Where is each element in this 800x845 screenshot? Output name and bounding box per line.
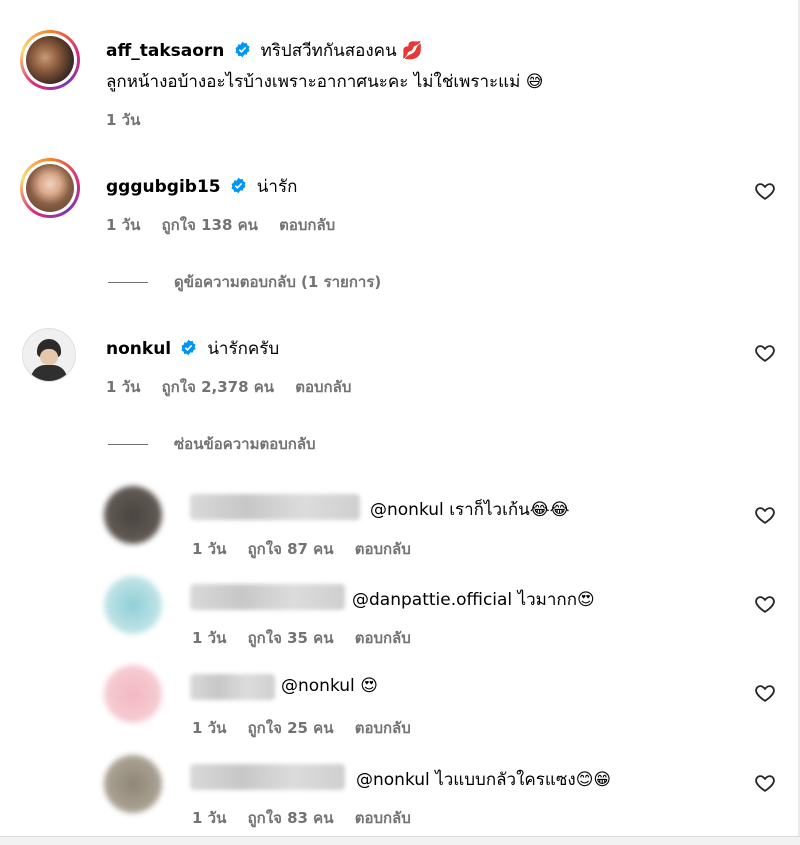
toggle-label[interactable]: ซ่อนข้อความตอบกลับ <box>174 435 316 453</box>
avatar-ring[interactable] <box>20 158 80 218</box>
emoji: 😍 <box>577 590 595 610</box>
likes-count[interactable]: ถูกใจ 83 คน <box>248 809 334 827</box>
avatar[interactable] <box>26 164 74 212</box>
reply-item: @nonkul เราก็ไวเก้น😂😂 <box>370 496 570 523</box>
reply-button[interactable]: ตอบกลับ <box>279 216 335 234</box>
reply-item: @nonkul 😍 <box>281 676 378 696</box>
emoji: 😅 <box>525 72 544 92</box>
timestamp: 1 วัน <box>192 809 227 827</box>
mention-link[interactable]: @nonkul <box>356 770 430 790</box>
reply-meta: 1 วัน ถูกใจ 87 คน ตอบกลับ <box>192 537 427 561</box>
comment-text: น่ารักครับ <box>207 339 280 359</box>
mention-link[interactable]: @nonkul <box>281 676 355 696</box>
reply-meta: 1 วัน ถูกใจ 35 คน ตอบกลับ <box>192 626 427 650</box>
comment-meta: 1 วัน ถูกใจ 138 คน ตอบกลับ <box>106 213 351 237</box>
timestamp: 1 วัน <box>106 378 141 396</box>
avatar[interactable] <box>104 486 162 544</box>
toggle-label[interactable]: ดูข้อความตอบกลับ (1 รายการ) <box>174 273 381 291</box>
reply-item: @nonkul ไวแบบกลัวใครแซง😊😁 <box>356 766 611 793</box>
comment-item: gggubgib15 น่ารัก <box>106 173 297 200</box>
likes-count[interactable]: ถูกใจ 138 คน <box>162 216 258 234</box>
mention-link[interactable]: @danpattie.official <box>352 590 512 610</box>
avatar-ring[interactable] <box>20 30 80 90</box>
verified-badge-icon <box>231 177 246 194</box>
reply-text: เราก็ไวเก้น <box>449 500 530 520</box>
reply-text: ไวมากก <box>517 590 577 610</box>
comment-text-line2: ลูกหน้างอบ้างอะไรบ้างเพราะอากาศนะคะ ไม่ใ… <box>106 68 543 95</box>
username-blurred[interactable] <box>190 764 345 790</box>
emoji: 😊😁 <box>575 770 612 790</box>
reply-item: @danpattie.official ไวมากก😍 <box>352 586 595 613</box>
timestamp: 1 วัน <box>106 216 141 234</box>
heart-outline-icon[interactable] <box>754 180 776 202</box>
likes-count[interactable]: ถูกใจ 25 คน <box>248 719 334 737</box>
comment-meta: 1 วัน <box>106 108 156 132</box>
avatar[interactable] <box>104 665 162 723</box>
comment-text: ลูกหน้างอบ้างอะไรบ้างเพราะอากาศนะคะ ไม่ใ… <box>106 72 521 92</box>
avatar[interactable] <box>22 328 76 382</box>
timestamp: 1 วัน <box>192 540 227 558</box>
avatar[interactable] <box>104 755 162 813</box>
divider <box>108 444 148 445</box>
divider <box>108 282 148 283</box>
likes-count[interactable]: ถูกใจ 87 คน <box>248 540 334 558</box>
timestamp: 1 วัน <box>106 111 141 129</box>
reply-button[interactable]: ตอบกลับ <box>355 540 411 558</box>
reply-button[interactable]: ตอบกลับ <box>295 378 351 396</box>
avatar[interactable] <box>104 576 162 634</box>
heart-outline-icon[interactable] <box>754 504 776 526</box>
username-blurred[interactable] <box>190 494 360 520</box>
username-blurred[interactable] <box>190 674 275 700</box>
heart-outline-icon[interactable] <box>754 682 776 704</box>
username[interactable]: gggubgib15 <box>106 177 221 197</box>
timestamp: 1 วัน <box>192 719 227 737</box>
comment-item: nonkul น่ารักครับ <box>106 335 279 362</box>
hide-replies-toggle[interactable]: ซ่อนข้อความตอบกลับ <box>108 432 316 456</box>
verified-badge-icon <box>181 339 196 356</box>
likes-count[interactable]: ถูกใจ 35 คน <box>248 629 334 647</box>
comment-text: ทริปสวีทกันสองคน <box>260 41 397 61</box>
view-replies-toggle[interactable]: ดูข้อความตอบกลับ (1 รายการ) <box>108 270 381 294</box>
reply-meta: 1 วัน ถูกใจ 83 คน ตอบกลับ <box>192 806 427 830</box>
reply-button[interactable]: ตอบกลับ <box>355 809 411 827</box>
reply-text: ไวแบบกลัวใครแซง <box>435 770 576 790</box>
heart-outline-icon[interactable] <box>754 772 776 794</box>
comment-meta: 1 วัน ถูกใจ 2,378 คน ตอบกลับ <box>106 375 367 399</box>
timestamp: 1 วัน <box>192 629 227 647</box>
emoji: 😍 <box>360 676 378 696</box>
verified-badge-icon <box>234 41 250 58</box>
bottom-edge <box>0 836 800 845</box>
reply-meta: 1 วัน ถูกใจ 25 คน ตอบกลับ <box>192 716 427 740</box>
username[interactable]: aff_taksaorn <box>106 41 224 61</box>
mention-link[interactable]: @nonkul <box>370 500 444 520</box>
likes-count[interactable]: ถูกใจ 2,378 คน <box>162 378 274 396</box>
heart-outline-icon[interactable] <box>754 342 776 364</box>
emoji: 😂😂 <box>529 500 570 520</box>
heart-outline-icon[interactable] <box>754 593 776 615</box>
comment-text: น่ารัก <box>256 177 298 197</box>
emoji: 💋 <box>401 41 423 61</box>
reply-button[interactable]: ตอบกลับ <box>355 719 411 737</box>
username[interactable]: nonkul <box>106 339 171 359</box>
username-blurred[interactable] <box>190 584 345 610</box>
reply-button[interactable]: ตอบกลับ <box>355 629 411 647</box>
avatar[interactable] <box>26 36 74 84</box>
comment-post-author: aff_taksaorn ทริปสวีทกันสองคน 💋 <box>106 37 423 64</box>
